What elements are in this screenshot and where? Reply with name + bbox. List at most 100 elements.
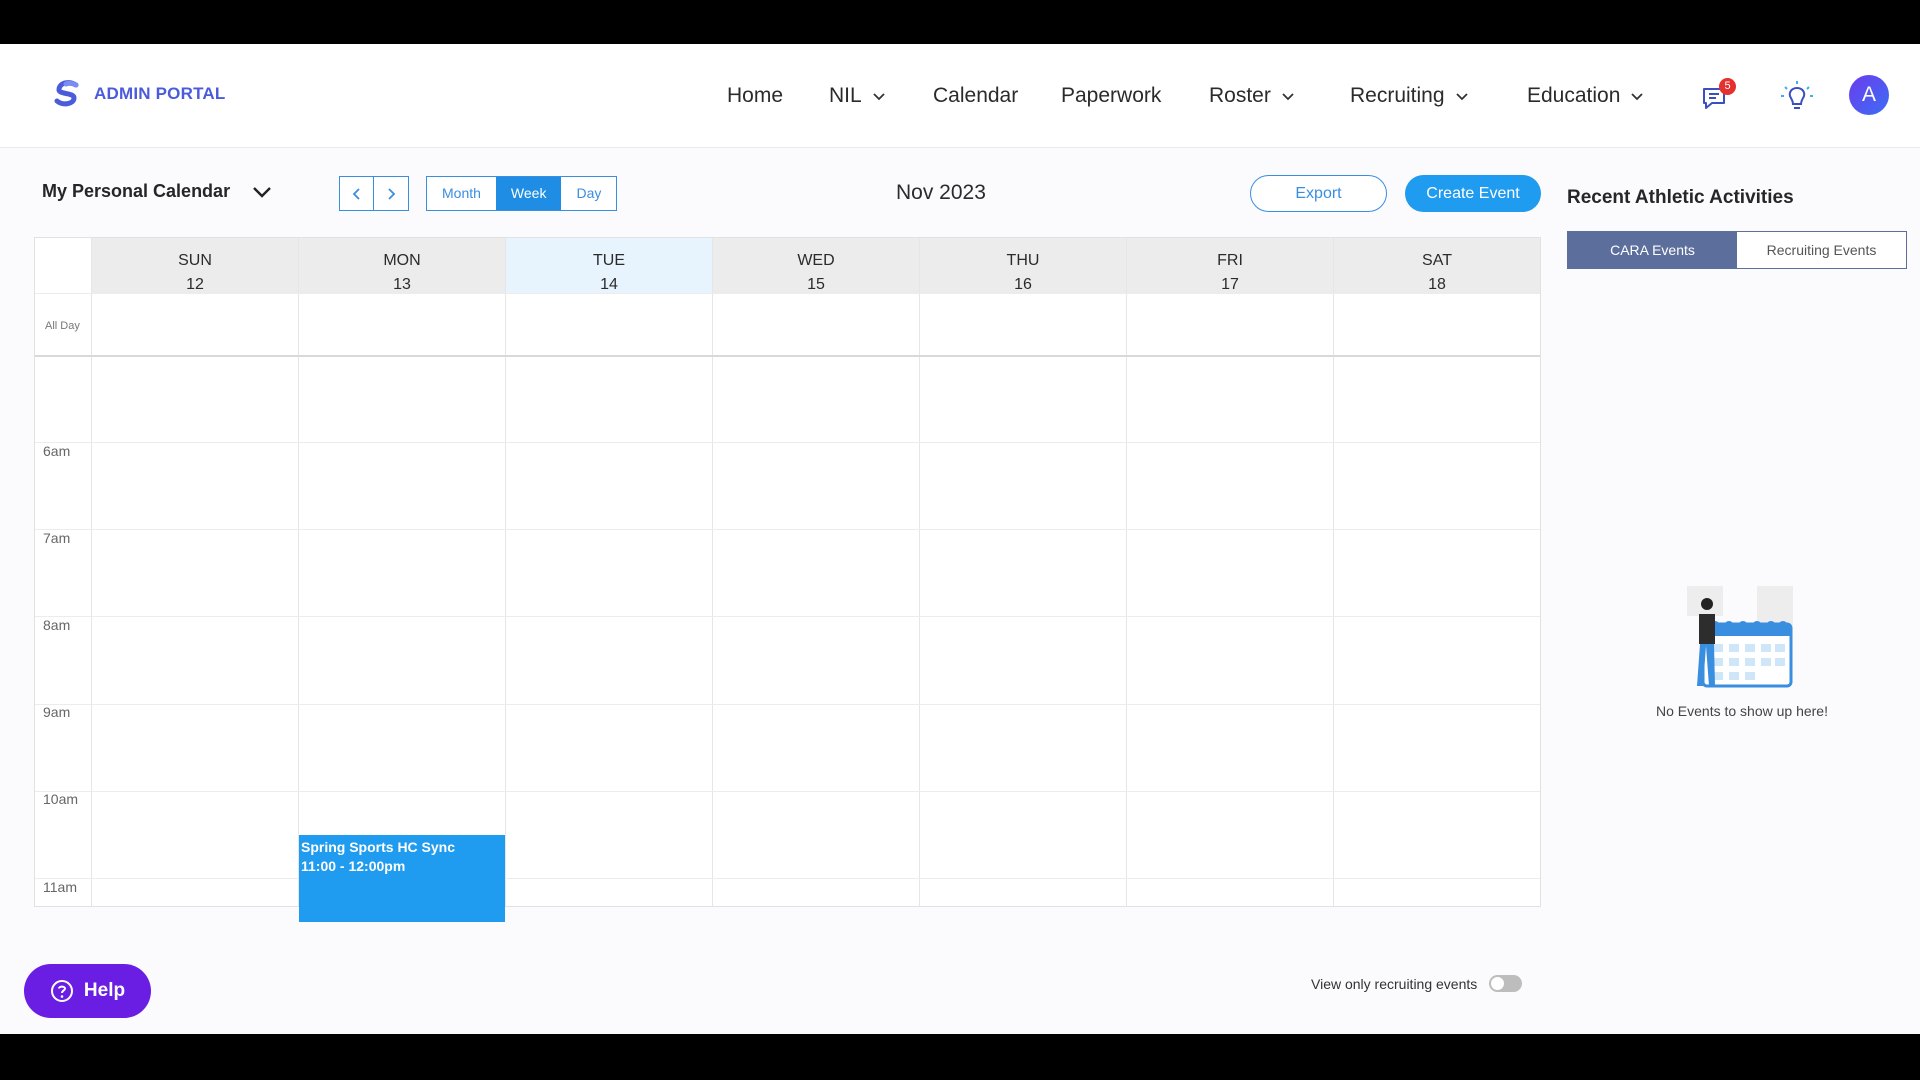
- day-column-wed[interactable]: WED 15: [713, 238, 920, 906]
- ideas-button[interactable]: [1780, 80, 1814, 121]
- grid-line: [35, 616, 1540, 617]
- help-button[interactable]: Help: [24, 964, 151, 1018]
- empty-state-text: No Events to show up here!: [1656, 703, 1828, 719]
- day-name: WED: [797, 252, 835, 269]
- nav-education-label: Education: [1527, 84, 1621, 107]
- day-name: THU: [1006, 252, 1040, 269]
- recruiting-filter: View only recruiting events: [1311, 975, 1523, 992]
- grid-line: [35, 878, 1540, 879]
- day-date: 17: [1221, 276, 1239, 293]
- day-date: 18: [1428, 276, 1446, 293]
- recent-activities-title: Recent Athletic Activities: [1567, 187, 1794, 208]
- nav-home-label: Home: [727, 84, 784, 107]
- brand-logo[interactable]: ADMIN PORTAL: [52, 79, 225, 109]
- grid-line: [35, 442, 1540, 443]
- time-label: 11am: [43, 879, 77, 895]
- day-header-today: TUE 14: [506, 238, 712, 293]
- export-button[interactable]: Export: [1250, 175, 1387, 212]
- chevron-down-icon: [1455, 93, 1468, 101]
- day-date: 16: [1014, 276, 1032, 293]
- grid-line: [35, 529, 1540, 530]
- event-time: 11:00 - 12:00pm: [301, 858, 406, 874]
- grid-line: [35, 704, 1540, 705]
- day-name: SAT: [1422, 252, 1452, 269]
- nav-roster[interactable]: Roster: [1209, 84, 1295, 108]
- nav-paperwork[interactable]: Paperwork: [1061, 84, 1161, 108]
- nav-recruiting[interactable]: Recruiting: [1350, 84, 1469, 108]
- help-label: Help: [83, 980, 126, 1001]
- time-label: 9am: [43, 704, 71, 720]
- chevron-right-icon: [388, 187, 396, 200]
- day-name: FRI: [1217, 252, 1243, 269]
- next-week-button[interactable]: [374, 176, 409, 211]
- day-name: TUE: [593, 252, 625, 269]
- recruiting-toggle[interactable]: [1489, 975, 1523, 992]
- view-week-button[interactable]: Week: [495, 177, 562, 210]
- view-day-button[interactable]: Day: [561, 177, 617, 210]
- toggle-knob: [1491, 977, 1505, 990]
- grid-line: [35, 293, 1540, 294]
- logo-icon: [54, 80, 79, 107]
- chevron-down-icon: [1282, 93, 1294, 101]
- day-header: SUN 12: [92, 238, 298, 293]
- prev-week-button[interactable]: [339, 176, 374, 211]
- lightbulb-icon: [1781, 81, 1813, 109]
- nav-roster-label: Roster: [1209, 84, 1271, 107]
- nav-calendar[interactable]: Calendar: [933, 84, 1018, 108]
- date-nav: [339, 176, 409, 211]
- week-grid: SUN 12 MON 13 TUE 14 WED 15 THU 16 FRI 17 SAT 1…: [34, 237, 1541, 922]
- messages-button[interactable]: 5: [1700, 78, 1736, 119]
- calendar-event[interactable]: Spring Sports HC Sync 11:00 - 12:00pm: [299, 835, 505, 922]
- day-date: 15: [807, 276, 825, 293]
- create-event-button[interactable]: Create Event: [1405, 175, 1541, 212]
- calendar-select-label: My Personal Calendar: [42, 181, 231, 201]
- chevron-left-icon: [352, 187, 360, 200]
- messages-badge: 5: [1719, 78, 1736, 95]
- nav-paperwork-label: Paperwork: [1061, 84, 1162, 107]
- view-month-button[interactable]: Month: [427, 177, 496, 210]
- allday-divider: [35, 355, 1540, 357]
- all-day-label: All Day: [45, 320, 80, 332]
- day-name: MON: [383, 252, 421, 269]
- time-label: 7am: [43, 530, 71, 546]
- user-avatar[interactable]: A: [1849, 75, 1889, 115]
- empty-calendar-illustration: [1687, 586, 1793, 688]
- day-column-sun[interactable]: SUN 12: [92, 238, 299, 906]
- day-header: THU 16: [920, 238, 1126, 293]
- time-label: 10am: [43, 791, 79, 807]
- top-header: ADMIN PORTAL Home NIL Calendar Paperwork…: [0, 44, 1920, 148]
- activity-tabs: CARA Events Recruiting Events: [1567, 231, 1907, 269]
- calendar-select[interactable]: My Personal Calendar: [42, 181, 272, 202]
- day-header: FRI 17: [1127, 238, 1333, 293]
- time-label: 6am: [43, 443, 71, 459]
- day-column-sat[interactable]: SAT 18: [1334, 238, 1540, 906]
- day-date: 12: [186, 276, 204, 293]
- recruiting-filter-label: View only recruiting events: [1311, 975, 1478, 992]
- day-date: 14: [600, 276, 618, 293]
- chevron-down-icon: [253, 186, 271, 198]
- day-column-thu[interactable]: THU 16: [920, 238, 1127, 906]
- nav-recruiting-label: Recruiting: [1350, 84, 1445, 107]
- grid-line: [35, 791, 1540, 792]
- time-label: 8am: [43, 617, 71, 633]
- brand-name: ADMIN PORTAL: [94, 84, 226, 103]
- nav-home[interactable]: Home: [727, 84, 783, 108]
- day-column-tue[interactable]: TUE 14: [506, 238, 713, 906]
- nav-nil[interactable]: NIL: [829, 84, 886, 108]
- day-column-fri[interactable]: FRI 17: [1127, 238, 1334, 906]
- nav-education[interactable]: Education: [1527, 84, 1644, 108]
- nav-calendar-label: Calendar: [933, 84, 1019, 107]
- current-month-label: Nov 2023: [896, 181, 986, 204]
- day-column-mon[interactable]: MON 13: [299, 238, 506, 906]
- nav-nil-label: NIL: [829, 84, 862, 107]
- tab-recruiting-events[interactable]: Recruiting Events: [1737, 232, 1906, 268]
- tab-cara-events[interactable]: CARA Events: [1568, 232, 1737, 268]
- event-title: Spring Sports HC Sync: [301, 839, 456, 855]
- chevron-down-icon: [1631, 93, 1644, 101]
- day-date: 13: [393, 276, 411, 293]
- day-name: SUN: [178, 252, 212, 269]
- question-icon: [50, 980, 73, 1002]
- chevron-down-icon: [873, 93, 885, 101]
- view-toggle: Month Week Day: [426, 176, 618, 211]
- day-header: SAT 18: [1334, 238, 1540, 293]
